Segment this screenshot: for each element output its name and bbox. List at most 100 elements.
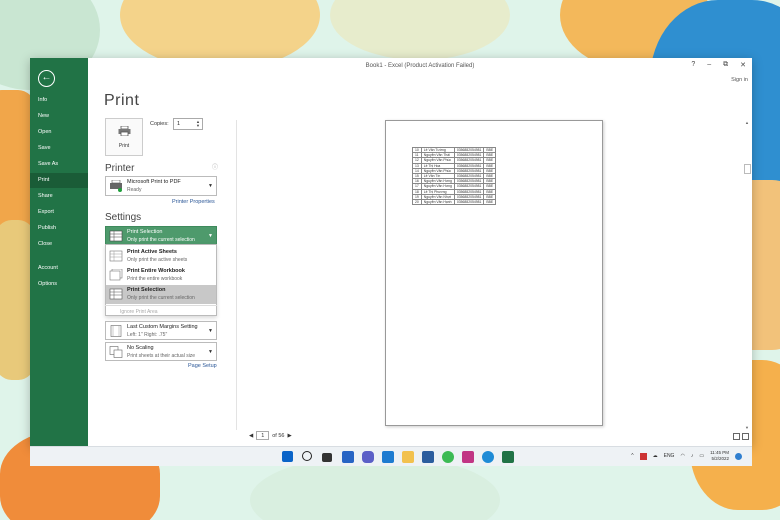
preview-scrollbar[interactable]: ▲ ▼ [744,120,751,430]
table-cell: 0356882054981 [453,152,485,159]
chevron-down-icon: ▼ [208,183,213,189]
prev-page-icon[interactable]: ◀ [249,433,253,439]
search-icon[interactable] [302,451,312,461]
chat-icon[interactable] [362,451,374,463]
menu-item-print-active-sheets[interactable]: Print Active Sheets Only print the activ… [106,247,216,266]
nav-item-share[interactable]: Share [30,189,88,204]
settings-section-title: Settings [105,212,142,223]
nav-item-open[interactable]: Open [30,125,88,140]
nav-item-print[interactable]: Print [30,173,88,188]
nav-item-save[interactable]: Save [30,141,88,156]
language-indicator[interactable]: ENG [664,453,675,459]
margins-icon [110,325,122,337]
table-cell: 0356882054981 [453,193,485,200]
menu-item-print-selection[interactable]: Print Selection Only print the current s… [106,285,216,304]
instagram-icon[interactable] [462,451,474,463]
browser-icon[interactable] [482,451,494,463]
next-page-icon[interactable]: ▶ [287,433,291,439]
printer-name: Microsoft Print to PDF [127,179,181,185]
ignore-print-area-option[interactable]: Ignore Print Area [105,305,217,317]
edge-icon[interactable] [382,451,394,463]
widgets-icon[interactable] [342,451,354,463]
back-arrow-icon[interactable]: ← [38,70,55,87]
wifi-icon[interactable]: ◠ [680,453,684,459]
copies-input[interactable]: 1 ▲ ▼ [173,118,203,130]
margins-dropdown[interactable]: Last Custom Margins Setting Left: 1" Rig… [105,321,217,340]
system-tray: ^ ☁ ENG ◠ ♪ ▭ 11:45 PM 5/2/2022 [631,450,742,462]
menu-item-desc: Only print the active sheets [127,257,188,263]
table-cell: 0356882054981 [453,198,485,206]
nav-item-account[interactable]: Account [30,261,88,276]
table-cell: 0356882054981 [453,146,485,154]
title-bar: Book1 - Excel (Product Activation Failed… [88,58,752,74]
margins-desc: Left: 1" Right: .75" [127,332,168,338]
selection-icon [109,288,123,300]
menu-item-print-entire-workbook[interactable]: Print Entire Workbook Print the entire w… [106,266,216,285]
chevron-up-icon[interactable]: ^ [631,453,633,459]
selection-icon [109,230,123,242]
backstage-nav: ← Info New Open Save Save As Print Share… [30,58,88,446]
menu-item-title: Print Selection [127,287,166,293]
margins-title: Last Custom Margins Setting [127,324,198,330]
info-icon[interactable]: ⓘ [212,162,218,171]
printer-icon [118,126,131,136]
nav-item-new[interactable]: New [30,109,88,124]
nav-item-options[interactable]: Options [30,277,88,292]
zoom-to-page-icon[interactable] [742,433,749,440]
print-what-dropdown[interactable]: Print Selection Only print the current s… [105,226,217,245]
nav-item-export[interactable]: Export [30,205,88,220]
print-button-label: Print [118,143,130,149]
restore-icon[interactable]: ⧉ [723,61,728,69]
scroll-up-icon[interactable]: ▲ [745,120,749,125]
tray-app-icon[interactable] [639,452,647,460]
help-icon[interactable]: ? [691,61,695,69]
cloud-icon[interactable]: ☁ [653,453,658,459]
printer-dropdown[interactable]: Microsoft Print to PDF Ready ▼ [105,176,217,196]
minimize-icon[interactable]: – [707,61,711,69]
show-margins-icon[interactable] [733,433,740,440]
scaling-dropdown[interactable]: No Scaling Print sheets at their actual … [105,342,217,361]
scroll-thumb[interactable] [744,164,751,174]
copies-spinner-icon[interactable]: ▲ ▼ [196,120,200,128]
printer-properties-link[interactable]: Printer Properties [172,199,215,205]
page-number-input[interactable]: 1 [256,431,270,440]
table-cell: 0356882054981 [453,172,485,180]
close-icon[interactable]: ✕ [740,61,746,69]
table-cell: 20 [412,198,422,206]
clock[interactable]: 11:45 PM 5/2/2022 [710,450,729,462]
active-sheets-icon [109,250,123,262]
table-cell: 0356882054981 [453,167,485,174]
nav-item-close[interactable]: Close [30,237,88,252]
window-controls: ? – ⧉ ✕ [691,61,746,69]
printer-status: Ready [127,187,142,193]
file-explorer-icon[interactable] [402,451,414,463]
store-icon[interactable] [422,451,434,463]
table-cell: 0356882054981 [453,188,485,195]
volume-icon[interactable]: ♪ [691,453,694,459]
table-row: 20 Nguyễn Văn Hạnh 0356882054981 BBE [412,198,497,206]
battery-icon[interactable]: ▭ [699,453,704,459]
notification-icon[interactable] [735,452,742,460]
chevron-down-icon: ▼ [208,328,213,334]
chevron-down-icon: ▼ [208,349,213,355]
print-preview-page: 10 Lê Văn Tường 0356882054981 BBE 11 Nguyễn V… [385,120,603,426]
print-what-desc: Only print the current selection [127,237,195,243]
excel-icon[interactable] [502,451,514,463]
task-view-icon[interactable] [322,453,332,462]
nav-item-save-as[interactable]: Save As [30,157,88,172]
page-setup-link[interactable]: Page Setup [188,363,217,369]
sign-in-link[interactable]: Sign in [731,77,748,83]
print-button[interactable]: Print [105,118,143,156]
page-total: of 56 [272,432,285,439]
scaling-title: No Scaling [127,345,154,351]
table-cell: 0356882054981 [453,162,485,169]
scaling-icon [109,346,123,358]
table-cell: 0356882054981 [453,157,485,164]
nav-item-publish[interactable]: Publish [30,221,88,236]
scroll-down-icon[interactable]: ▼ [745,425,749,430]
start-icon[interactable] [282,451,293,462]
window-title: Book1 - Excel (Product Activation Failed… [365,63,475,69]
page-navigator: ◀ 1 of 56 ▶ [249,431,292,440]
nav-item-info[interactable]: Info [30,93,88,108]
chrome-icon[interactable] [442,451,454,463]
